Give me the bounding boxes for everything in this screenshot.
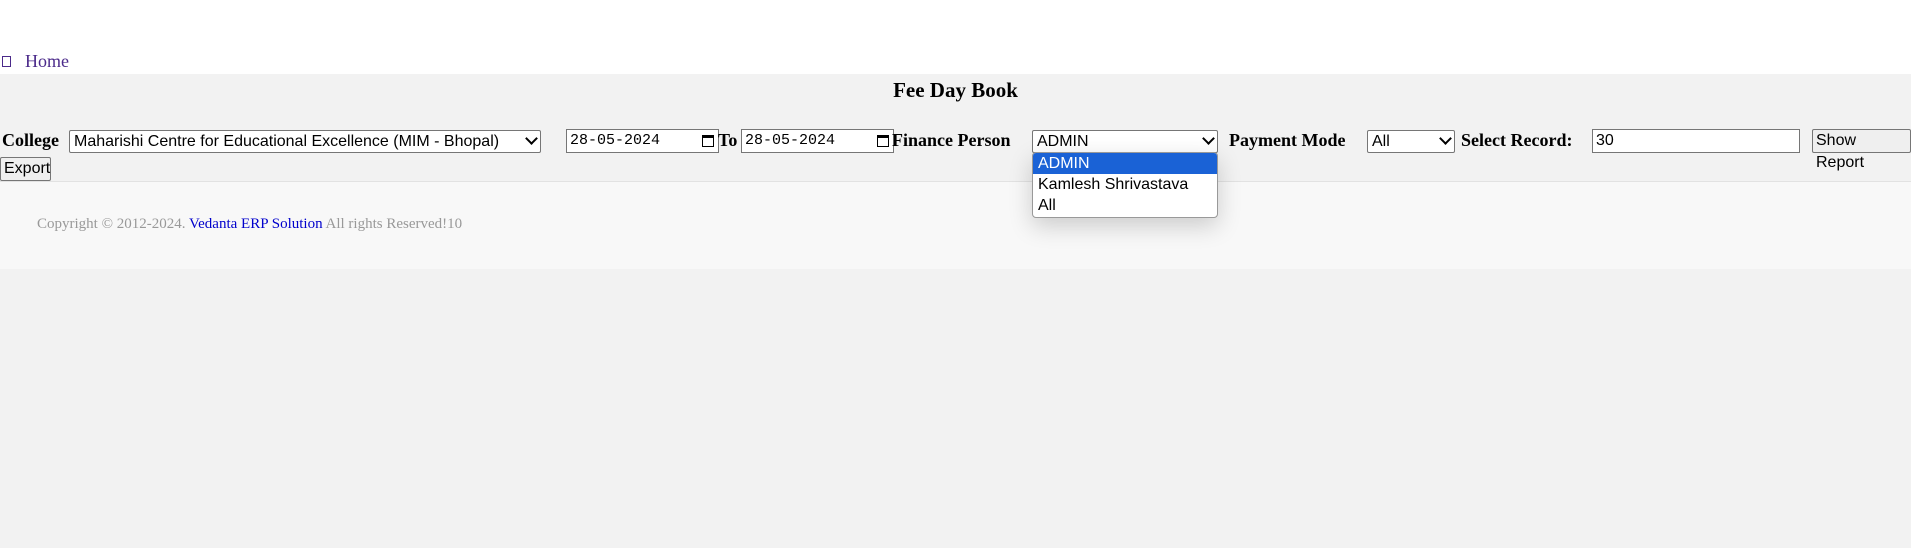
home-label: Home [25,51,69,71]
page-title: Fee Day Book [893,78,1018,102]
copyright-text: Copyright © 2012-2024. [37,216,186,232]
date-to-input[interactable]: 28-05-2024 [741,129,894,153]
chevron-down-icon [525,132,538,145]
date-from-input[interactable]: 28-05-2024 [566,129,719,153]
chevron-down-icon [1202,132,1215,145]
college-select[interactable]: Maharishi Centre for Educational Excelle… [69,130,541,153]
calendar-icon[interactable] [702,135,714,147]
payment-mode-select-value: All [1372,133,1390,150]
date-to-value: 28-05-2024 [745,132,836,149]
select-record-value: 30 [1596,132,1614,149]
export-button[interactable]: Export [0,157,51,181]
dropdown-option[interactable]: ADMIN [1033,153,1217,174]
company-link[interactable]: Vedanta ERP Solution [189,216,323,232]
footer: Copyright © 2012-2024. Vedanta ERP Solut… [0,182,1911,269]
finance-person-select[interactable]: ADMIN [1032,130,1218,153]
select-record-input[interactable]: 30 [1592,129,1800,153]
show-report-button[interactable]: Show Report [1812,129,1911,171]
college-label: College [2,130,59,150]
finance-person-label: Finance Person [892,130,1011,150]
rights-text: All rights Reserved!10 [325,216,463,232]
dropdown-option[interactable]: Kamlesh Shrivastava [1033,174,1217,195]
finance-person-dropdown: ADMIN Kamlesh Shrivastava All [1032,152,1218,218]
top-bar [0,0,1911,74]
select-record-label: Select Record: [1461,130,1573,150]
date-from-value: 28-05-2024 [570,132,661,149]
home-link[interactable]: Home [2,51,69,72]
college-select-value: Maharishi Centre for Educational Excelle… [74,133,500,150]
calendar-icon[interactable] [877,135,889,147]
dropdown-option[interactable]: All [1033,195,1217,216]
footer-text: Copyright © 2012-2024. Vedanta ERP Solut… [37,216,462,233]
payment-mode-label: Payment Mode [1229,130,1346,150]
home-icon [2,56,11,67]
to-label: To [718,130,738,150]
payment-mode-select[interactable]: All [1367,130,1455,153]
chevron-down-icon [1439,132,1452,145]
finance-person-select-value: ADMIN [1037,133,1089,150]
